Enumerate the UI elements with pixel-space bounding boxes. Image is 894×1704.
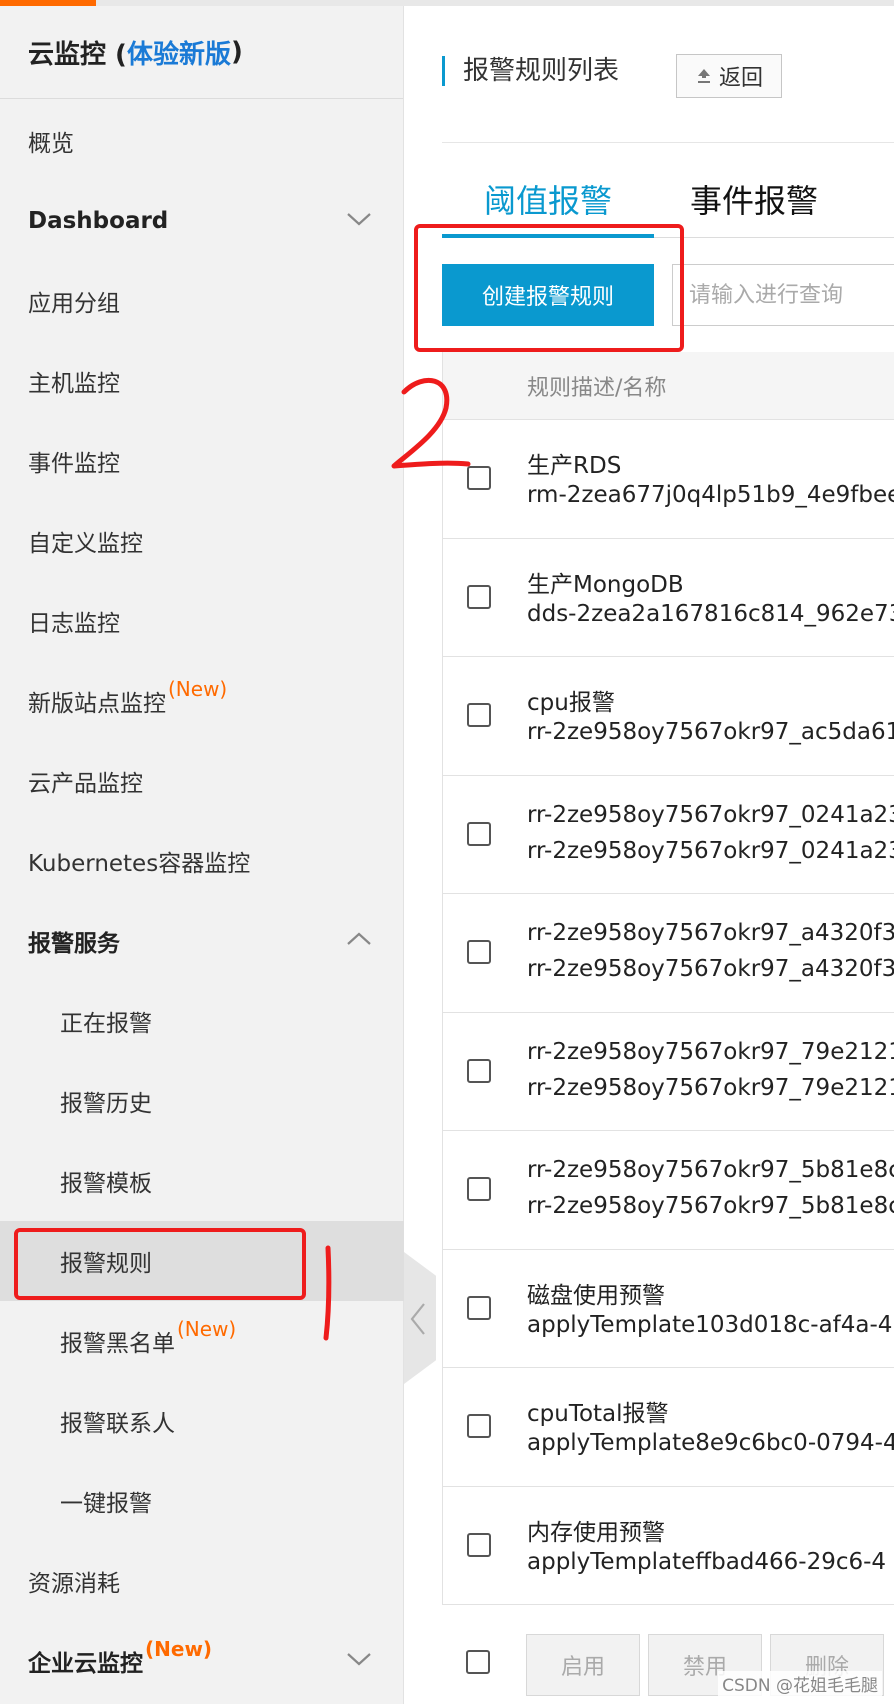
annotation-marks [323, 377, 471, 1341]
annotation-number-2 [391, 377, 471, 469]
annotation-number-1 [323, 1245, 332, 1341]
